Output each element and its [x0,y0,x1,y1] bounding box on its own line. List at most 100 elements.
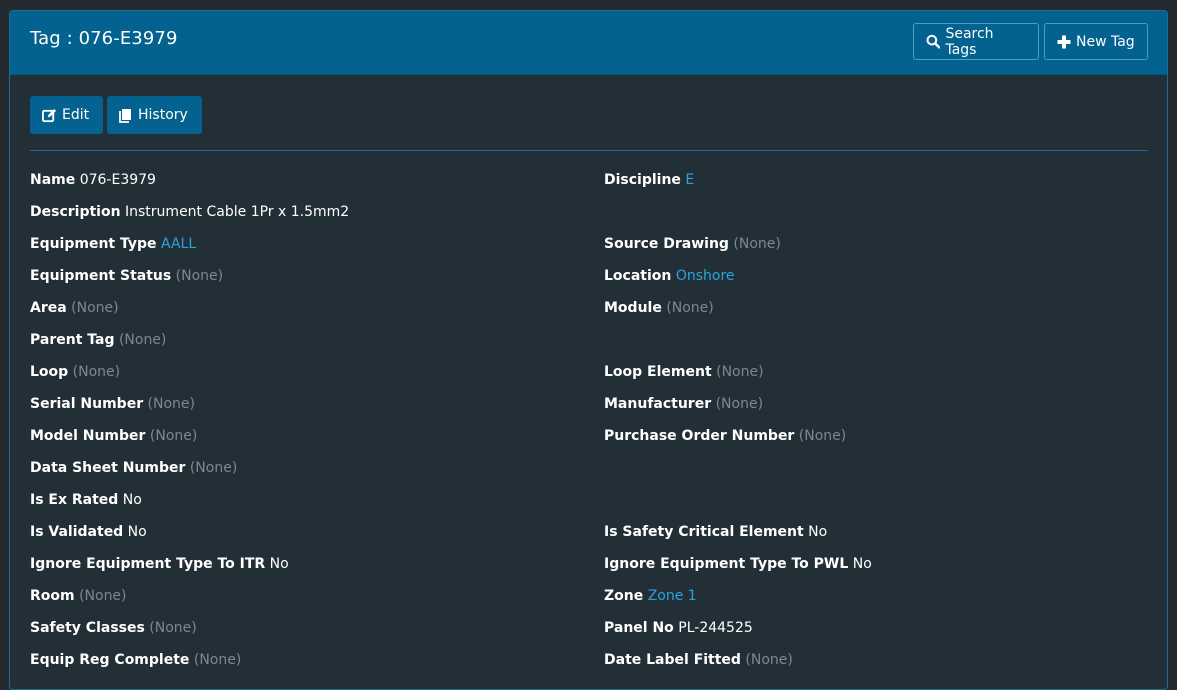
field-panel-no: Panel No PL-244525 [604,619,753,637]
field-label: Is Ex Rated [30,492,119,508]
field-value: (None) [175,268,224,284]
field-value: (None) [79,588,127,604]
field-equip-reg-complete: Equip Reg Complete (None) [30,651,241,669]
field-value: Instrument Cable 1Pr x 1.5mm2 [125,204,350,220]
field-parent-tag: Parent Tag (None) [30,331,166,349]
field-value: No [122,492,142,508]
field-label: Is Safety Critical Element [604,524,804,540]
field-value: (None) [189,460,238,476]
field-label: Manufacturer [604,396,712,412]
field-value: (None) [118,332,167,348]
new-tag-button[interactable]: New Tag [1044,23,1148,60]
field-label: Model Number [30,428,146,444]
field-is-safety-critical: Is Safety Critical Element No [604,523,827,541]
field-value: (None) [149,428,198,444]
field-label: Panel No [604,620,674,636]
field-module: Module (None) [604,299,714,317]
field-label: Zone [604,588,644,604]
field-label: Location [604,268,672,284]
field-loop: Loop (None) [30,363,120,381]
field-equipment-type: Equipment Type AALL [30,235,196,253]
field-area: Area (None) [30,299,119,317]
field-label: Area [30,300,67,316]
field-description: Description Instrument Cable 1Pr x 1.5mm… [30,203,349,221]
field-label: Safety Classes [30,620,145,636]
location-link[interactable]: Onshore [676,268,735,284]
field-label: Parent Tag [30,332,115,348]
field-label: Ignore Equipment Type To ITR [30,556,266,572]
field-label: Loop Element [604,364,712,380]
field-value: No [808,524,828,540]
field-value: (None) [72,364,121,380]
search-tags-label: Search Tags [945,25,994,58]
field-value: No [852,556,872,572]
field-label: Loop [30,364,69,380]
field-value: (None) [715,396,764,412]
field-label: Room [30,588,75,604]
field-value: (None) [733,236,781,252]
field-is-validated: Is Validated No [30,523,147,541]
field-value: (None) [193,652,242,668]
field-source-drawing: Source Drawing (None) [604,235,781,253]
field-model-number: Model Number (None) [30,427,197,445]
page-title: Tag : 076-E3979 [30,28,178,49]
discipline-link[interactable]: E [685,172,694,188]
field-discipline: Discipline E [604,171,694,189]
field-room: Room (None) [30,587,127,605]
field-label: Purchase Order Number [604,428,795,444]
field-value: 076-E3979 [79,172,156,188]
field-value: (None) [147,396,195,412]
field-value: PL-244525 [678,620,753,636]
field-value: (None) [745,652,793,668]
field-label: Date Label Fitted [604,652,741,668]
edit-icon [42,108,57,122]
field-label: Serial Number [30,396,144,412]
tag-detail-panel: Tag : 076-E3979 Search Tags New Tag Edit [9,10,1168,690]
field-is-ex-rated: Is Ex Rated No [30,491,142,509]
zone-link[interactable]: Zone 1 [648,588,697,604]
field-label: Module [604,300,662,316]
field-safety-classes: Safety Classes (None) [30,619,197,637]
field-label: Data Sheet Number [30,460,186,476]
search-icon [926,34,941,49]
field-label: Description [30,204,121,220]
equipment-type-link[interactable]: AALL [161,236,196,252]
field-data-sheet-number: Data Sheet Number (None) [30,459,237,477]
field-value: No [127,524,147,540]
field-name: Name 076-E3979 [30,171,156,189]
edit-label: Edit [62,107,90,123]
field-loop-element: Loop Element (None) [604,363,764,381]
field-value: (None) [71,300,119,316]
field-label: Equipment Type [30,236,157,252]
field-label: Equipment Status [30,268,172,284]
field-equipment-status: Equipment Status (None) [30,267,223,285]
field-serial-number: Serial Number (None) [30,395,195,413]
field-ignore-itr: Ignore Equipment Type To ITR No [30,555,289,573]
field-manufacturer: Manufacturer (None) [604,395,763,413]
history-button[interactable]: History [107,96,202,134]
field-value: (None) [798,428,847,444]
field-label: Discipline [604,172,681,188]
panel-header: Tag : 076-E3979 Search Tags New Tag [10,11,1167,75]
field-label: Equip Reg Complete [30,652,190,668]
field-value: No [269,556,289,572]
search-tags-button[interactable]: Search Tags [913,23,1039,60]
field-value: (None) [149,620,197,636]
new-tag-label: New Tag [1076,33,1135,50]
field-date-label-fitted: Date Label Fitted (None) [604,651,793,669]
field-zone: Zone Zone 1 [604,587,697,605]
field-value: (None) [666,300,714,316]
field-location: Location Onshore [604,267,735,285]
book-icon [119,108,131,123]
history-label: History [138,107,188,123]
field-purchase-order-number: Purchase Order Number (None) [604,427,846,445]
edit-button[interactable]: Edit [30,96,103,134]
field-ignore-pwl: Ignore Equipment Type To PWL No [604,555,872,573]
plus-icon [1057,35,1071,48]
field-label: Source Drawing [604,236,729,252]
field-label: Ignore Equipment Type To PWL [604,556,849,572]
field-label: Is Validated [30,524,124,540]
divider [30,150,1148,151]
field-value: (None) [716,364,764,380]
field-label: Name [30,172,76,188]
